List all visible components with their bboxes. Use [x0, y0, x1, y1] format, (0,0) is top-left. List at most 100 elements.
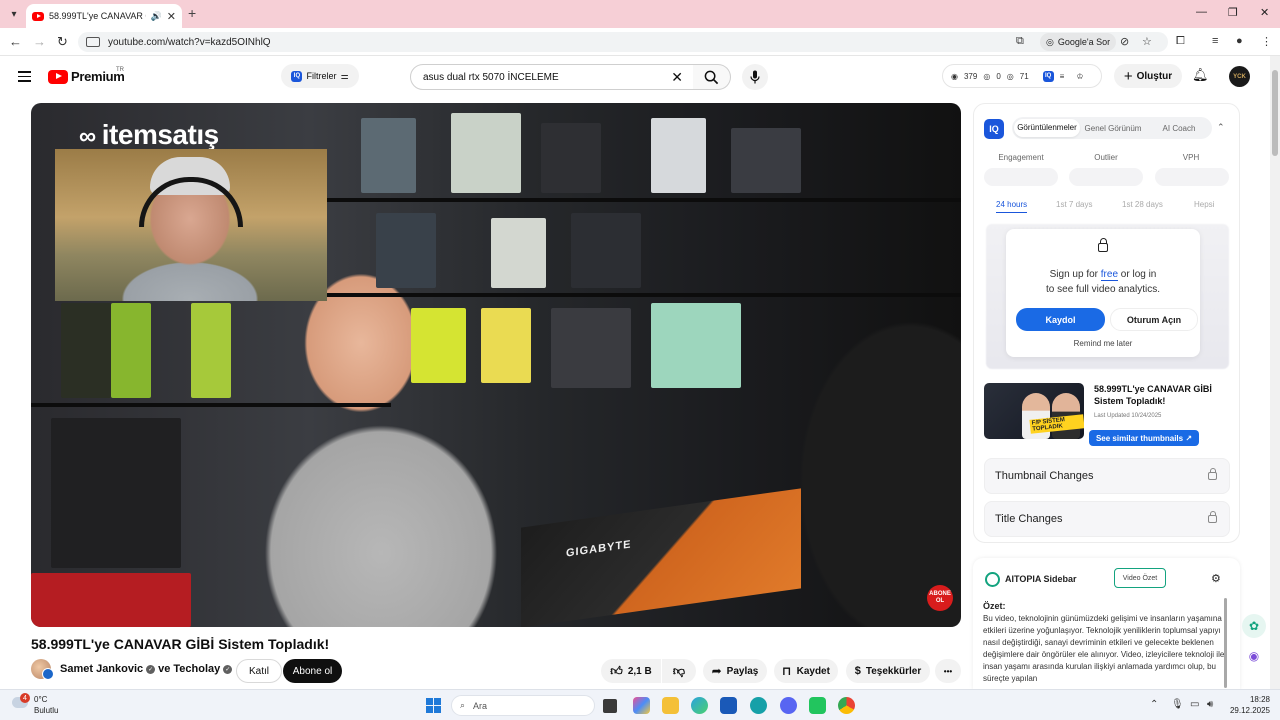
thanks-button[interactable]: $ Teşekkürler [846, 659, 930, 683]
channel-name[interactable]: Samet Jankovic [60, 663, 143, 675]
gigabyte-box [521, 488, 801, 627]
chrome-taskbar-icon[interactable] [838, 697, 855, 714]
clear-search-icon[interactable]: ✕ [671, 69, 683, 86]
new-tab-button[interactable]: + [188, 5, 196, 21]
aitopia-float-icon[interactable]: ✿ [1242, 614, 1266, 638]
audio-playing-icon[interactable]: 🔊 [151, 11, 162, 22]
range-24-hours[interactable]: 24 hours [996, 200, 1028, 213]
collapse-chevron-icon[interactable]: ⌃ [1217, 122, 1225, 133]
summary-label: Özet: [983, 601, 1006, 611]
itemsatis-logo-icon: ∞ [79, 123, 102, 150]
tray-chevron-icon[interactable]: ⌃ [1150, 699, 1158, 710]
gear-icon[interactable]: ⚙ [1211, 572, 1221, 585]
menu-icon[interactable] [18, 71, 31, 82]
discord-icon[interactable] [780, 697, 797, 714]
cast-icon[interactable]: ⧉ [1016, 35, 1024, 48]
bookmark-star-icon[interactable]: ☆ [1142, 35, 1152, 48]
sign-up-button[interactable]: Kaydol [1016, 308, 1105, 331]
dislike-button[interactable]: 👎︎ [662, 659, 696, 683]
extensions-icon[interactable]: ⧠ [1176, 35, 1185, 48]
range-first-28-days[interactable]: 1st 28 days [1122, 200, 1163, 209]
weather-temperature[interactable]: 0°C [34, 695, 47, 704]
page-scrollbar-thumb[interactable] [1272, 70, 1278, 156]
thumbnail-changes-row[interactable]: Thumbnail Changes [984, 458, 1230, 494]
page-scrollbar[interactable] [1270, 56, 1280, 689]
window-maximize-button[interactable]: ❐ [1228, 6, 1238, 19]
log-in-button[interactable]: Oturum Açın [1110, 308, 1198, 331]
save-button[interactable]: ⊓ Kaydet [774, 659, 838, 683]
google-sor-button[interactable]: ◎ Google'a Sor [1040, 33, 1117, 51]
tab-search-chevron-icon[interactable]: ▾ [4, 4, 24, 24]
eye-off-icon[interactable]: ⊘ [1120, 35, 1129, 48]
trophy-icon[interactable]: ♔ [1076, 72, 1083, 81]
url-text[interactable]: youtube.com/watch?v=kazd5OINhlQ [108, 37, 271, 48]
chart-bars-icon[interactable]: ≡ [1060, 72, 1065, 81]
join-button[interactable]: Katıl [236, 659, 282, 683]
tab-genel-gorunum[interactable]: Genel Görünüm [1080, 124, 1146, 133]
taskbar-search[interactable]: ⌕ Ara [451, 695, 595, 716]
search-input[interactable]: asus dual rtx 5070 İNCELEME ✕ [410, 64, 694, 90]
assistant-float-icon[interactable]: ◉ [1242, 644, 1266, 668]
video-thumbnail[interactable]: F/P SİSTEM TOPLADIK [984, 383, 1084, 439]
volume-tray-icon[interactable]: 🔊︎ [1207, 699, 1213, 710]
views-stat: 379 [963, 71, 978, 81]
chrome-menu-icon[interactable]: ⋮ [1261, 35, 1272, 48]
metric-vph-label: VPH [1182, 153, 1200, 162]
system-clock[interactable]: 18:28 29.12.2025 [1226, 694, 1270, 716]
browser-tab-active[interactable]: 58.999TL'ye CANAVAR GİBİ 🔊 ✕ [26, 4, 182, 28]
file-explorer-icon[interactable] [662, 697, 679, 714]
signup-free-link[interactable]: free [1100, 269, 1119, 281]
notifications-bell-icon[interactable]: 🔔︎ [1192, 67, 1209, 83]
reload-icon[interactable]: ↻ [57, 34, 68, 50]
window-close-button[interactable]: ✕ [1260, 6, 1269, 19]
back-arrow-icon[interactable]: ← [9, 34, 22, 49]
copilot-icon[interactable] [633, 697, 650, 714]
weather-condition[interactable]: Bulutlu [34, 706, 58, 715]
summary-scrollbar[interactable] [1224, 598, 1227, 688]
eye-stat-icon: ◎ [1006, 71, 1014, 81]
display-tray-icon[interactable]: ▭ [1190, 699, 1199, 710]
like-button[interactable]: 👍︎ 2,1 B [601, 659, 661, 683]
similar-thumbnails-button[interactable]: See similar thumbnails ↗ [1089, 430, 1199, 446]
collab-channel-avatar[interactable] [42, 668, 54, 680]
settings-app-icon[interactable] [750, 697, 767, 714]
filter-button[interactable]: IQ Filtreler ⚌ [281, 64, 359, 88]
range-all[interactable]: Hepsi [1194, 200, 1214, 209]
range-first-7-days[interactable]: 1st 7 days [1056, 200, 1092, 209]
share-button[interactable]: ➦ Paylaş [703, 659, 767, 683]
whatsapp-icon[interactable] [809, 697, 826, 714]
search-button[interactable] [693, 64, 731, 90]
reading-list-icon[interactable]: ≡ [1212, 35, 1218, 47]
title-changes-row[interactable]: Title Changes [984, 501, 1230, 537]
channel-name-2[interactable]: Techolay [173, 663, 220, 675]
vidiq-stats-pill[interactable]: ◉ 379 ◎ 0 ◎ 71 IQ ≡ ♔ [942, 64, 1102, 88]
profile-icon[interactable]: ● [1236, 35, 1243, 47]
task-view-icon[interactable] [603, 699, 617, 713]
remind-later-link[interactable]: Remind me later [1006, 339, 1200, 348]
windows-start-icon[interactable] [426, 698, 441, 713]
tab-goruntulenmeler[interactable]: Görüntülenmeler [1014, 119, 1080, 137]
edge-icon[interactable] [691, 697, 708, 714]
thanks-label: Teşekkürler [865, 665, 922, 677]
video-summary-button[interactable]: Video Özet [1114, 568, 1166, 588]
channel-names[interactable]: Samet Jankovic ✓ ve Techolay ✓ [60, 663, 233, 675]
tab-close-icon[interactable]: ✕ [167, 10, 176, 23]
search-value[interactable]: asus dual rtx 5070 İNCELEME [423, 72, 671, 83]
subscribe-button[interactable]: Abone ol [283, 659, 342, 683]
site-info-icon[interactable] [86, 37, 100, 47]
omnibox[interactable]: youtube.com/watch?v=kazd5OINhlQ [78, 32, 1168, 52]
lock-icon [1208, 511, 1217, 523]
forward-arrow-icon[interactable]: → [33, 34, 46, 49]
youtube-logo[interactable]: Premium [48, 69, 125, 84]
account-avatar[interactable]: YCK [1229, 66, 1250, 87]
vidiq-icon[interactable]: IQ [1042, 70, 1054, 82]
window-minimize-button[interactable]: — [1196, 6, 1207, 18]
mic-tray-icon[interactable]: 🎙︎ [1171, 699, 1184, 710]
tab-ai-coach[interactable]: AI Coach [1146, 124, 1212, 133]
store-icon[interactable] [720, 697, 737, 714]
vidiq-badge-icon: IQ [291, 70, 303, 82]
more-actions-button[interactable]: ••• [935, 659, 961, 683]
video-player[interactable]: ∞ itemsatış GIGABYTE ABONE OL [31, 103, 961, 627]
voice-search-button[interactable] [742, 64, 768, 90]
create-button[interactable]: + Oluştur [1114, 64, 1182, 88]
